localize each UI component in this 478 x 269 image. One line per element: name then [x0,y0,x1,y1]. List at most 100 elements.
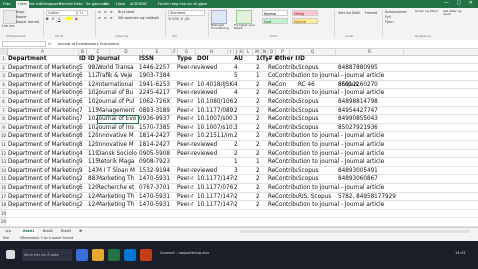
cell[interactable]: 1201 [88,141,97,149]
cell[interactable]: 85012260270 [338,81,478,89]
cell[interactable]: Peer-reviewed [177,141,234,149]
cell[interactable]: ISSN [139,55,177,63]
cell[interactable]: Department of Marketing [8,115,79,123]
row-header[interactable]: 2 [0,63,7,73]
fill-button[interactable]: Fyll [385,15,391,19]
cell[interactable]: Recherche et [97,184,139,192]
cell[interactable]: Retorik Maga [97,158,139,166]
cell[interactable]: 2 [256,115,268,123]
cell[interactable]: Contribution to journal - Journal articl… [275,72,478,80]
cell[interactable]: 1151 [88,107,97,115]
cell[interactable]: Trafik & Veje [97,72,139,80]
cell[interactable]: 1532-9194 [139,167,177,175]
cell[interactable]: Journal of Pul [97,98,139,106]
format-table-button[interactable]: Formater som tabell [234,23,256,31]
paste-icon[interactable] [3,10,17,24]
cell[interactable]: Department of Marketing [8,167,79,175]
cell[interactable]: Contribu [275,64,298,72]
cell[interactable]: Scopus [298,167,338,175]
cell[interactable]: ID [298,55,478,63]
cell[interactable]: 3 [234,115,256,123]
tab-sideoppsett[interactable]: Sideoppsett [40,1,61,7]
cell[interactable]: 1196 [88,150,97,158]
cell[interactable]: Department [8,55,79,63]
format-table-icon[interactable] [236,10,252,24]
cell[interactable]: Department of Marketing [8,132,79,140]
cell[interactable]: Type [177,55,197,63]
cell[interactable]: Scopus [298,107,338,115]
cell[interactable]: 2 [256,124,268,132]
cell[interactable]: Contribu [275,107,298,115]
cell[interactable]: 10.21511/im. [197,132,234,140]
cell[interactable]: 1121 [88,72,97,80]
row-header[interactable]: 6 [0,98,7,107]
cell[interactable]: 2245-4217 [139,89,177,97]
tab-filer[interactable]: Filer [3,1,11,7]
cell[interactable]: # [268,55,274,63]
horizontal-scrollbar[interactable] [240,230,470,233]
cell[interactable]: Other ID [275,55,298,63]
cell[interactable]: 1446-2257 [139,64,177,72]
cell[interactable]: 2 [256,201,268,209]
cell[interactable]: Scopus [298,175,338,183]
cell[interactable]: Department of Marketing [8,158,79,166]
cell[interactable]: 10.1177/1470 [197,201,234,209]
cell[interactable]: 2 [256,167,268,175]
row-header[interactable]: 12 [0,149,7,159]
cell[interactable]: 6 [79,184,88,192]
cell[interactable]: Contribu [275,124,298,132]
cell-style-4[interactable]: Nøytral [292,18,318,24]
cell[interactable]: 2 [234,184,256,192]
cell[interactable]: 2 [79,201,88,209]
italic-button[interactable]: K [52,17,54,21]
cell[interactable]: 84954427747 [338,107,478,115]
cell[interactable]: Contribu [275,98,298,106]
cell[interactable]: Re [268,107,275,115]
cell[interactable]: 1814-2427 [139,141,177,149]
cell[interactable]: 10.1007/s001 [197,115,234,123]
row-header[interactable]: 13 [0,158,7,167]
sheet-tab-blad2[interactable]: Blad2 [40,228,56,235]
cell[interactable]: 2 [256,141,268,149]
cell[interactable]: Department of Marketing [8,72,79,80]
cell[interactable]: Department of Marketing [8,201,79,209]
cell[interactable]: 2 [234,193,256,201]
outlook-icon[interactable] [124,249,136,261]
cell[interactable]: M I T Sloan M [97,167,139,175]
file-explorer-icon[interactable] [92,249,104,261]
cell[interactable]: 84893060867 [338,175,478,183]
cell[interactable]: 2 [256,193,268,201]
cell[interactable]: 84887880995 [338,64,478,72]
cell[interactable]: Peer-r [177,184,197,192]
cell[interactable]: 85027921936 [338,124,478,132]
cell[interactable]: 5 [79,64,88,72]
cell[interactable]: 2 [234,132,256,140]
cell[interactable]: Marketing Th [97,193,139,201]
row-header[interactable]: 17 [0,192,7,202]
cell[interactable]: 1244 [88,201,97,209]
cell[interactable]: 1470-5931 [139,201,177,209]
cell[interactable]: Re [268,175,275,183]
format-cells-button[interactable]: Format [365,11,377,15]
cell[interactable]: 1209 [88,184,97,192]
cell[interactable]: 6 [79,124,88,132]
windows-start-icon[interactable] [6,250,15,259]
conditional-format-button[interactable]: Betinget formatering [211,23,231,31]
cell[interactable]: Department of Marketing [8,124,79,132]
cell[interactable]: RC 46 [298,81,338,89]
cell[interactable]: 2 [256,175,268,183]
row-header[interactable]: 20 [0,218,7,227]
row-header[interactable]: 11 [0,141,7,150]
row-header[interactable]: 19 [0,209,7,219]
cell[interactable]: Department of Marketing [8,81,79,89]
sheet-tab-blad3[interactable]: Blad3 [58,228,74,235]
cell[interactable]: 1941-6253 [139,81,177,89]
cell[interactable]: 1062-726X [139,98,177,106]
cell[interactable]: Re [268,201,275,209]
cell[interactable]: 2 [256,64,268,72]
cell[interactable]: Peer-reviewed [177,150,234,158]
cell[interactable]: Contribution to journal - Journal articl… [275,201,478,209]
cell[interactable]: 2 [79,175,88,183]
cell[interactable]: 2 [256,98,268,106]
cell[interactable]: Scopus [298,115,338,123]
